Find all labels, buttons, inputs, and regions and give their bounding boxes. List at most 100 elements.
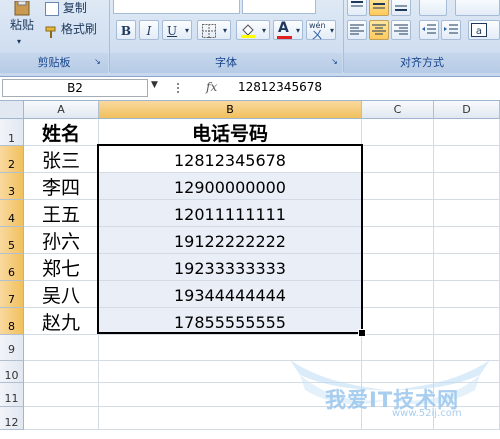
font-name-combo[interactable] [113, 0, 240, 14]
row-header-6[interactable]: 6 [0, 254, 24, 281]
cell-a5[interactable]: 孙六 [24, 227, 99, 254]
alignment-group-label: 对齐方式 [344, 53, 500, 73]
merge-center-button[interactable]: a [468, 20, 500, 40]
cell-d7[interactable] [434, 281, 500, 308]
cell-a9[interactable] [24, 335, 99, 361]
orientation-button[interactable] [419, 0, 447, 16]
chevron-down-icon: ▾ [295, 26, 300, 35]
align-left-icon [350, 24, 364, 35]
cell-a12[interactable] [24, 407, 99, 430]
cell-a2[interactable]: 张三 [24, 146, 99, 173]
column-header-d[interactable]: D [434, 101, 500, 119]
align-bottom-button[interactable] [391, 0, 411, 16]
cell-d5[interactable] [434, 227, 500, 254]
underline-button[interactable]: U ▾ [162, 20, 192, 40]
cell-c3[interactable] [362, 173, 434, 200]
align-middle-button[interactable] [369, 0, 389, 16]
row-header-5[interactable]: 5 [0, 227, 24, 254]
font-color-button[interactable]: A ▾ [273, 20, 303, 40]
borders-button[interactable]: ▾ [197, 20, 231, 40]
row-header-11[interactable]: 11 [0, 383, 24, 407]
clipboard-launcher-icon[interactable]: ↘ [93, 57, 102, 66]
cell-a4[interactable]: 王五 [24, 200, 99, 227]
name-box[interactable]: B2 [2, 79, 148, 97]
cell-d3[interactable] [434, 173, 500, 200]
formula-bar-splitter-icon[interactable] [175, 81, 185, 95]
insert-function-icon[interactable]: fx [206, 80, 217, 94]
cell-c5[interactable] [362, 227, 434, 254]
cell-c1[interactable] [362, 119, 434, 146]
row-header-1[interactable]: 1 [0, 119, 24, 146]
cell-b2[interactable]: 12812345678 [99, 146, 362, 173]
align-top-icon [351, 1, 363, 7]
cell-b4[interactable]: 12011111111 [99, 200, 362, 227]
cell-a3[interactable]: 李四 [24, 173, 99, 200]
row-header-4[interactable]: 4 [0, 200, 24, 227]
cell-a1[interactable]: 姓名 [24, 119, 99, 146]
column-header-b[interactable]: B [99, 101, 362, 119]
row-header-2[interactable]: 2 [0, 146, 24, 173]
align-left-button[interactable] [347, 20, 367, 40]
cell-a10[interactable] [24, 361, 99, 383]
cell-d6[interactable] [434, 254, 500, 281]
increase-indent-button[interactable] [441, 20, 461, 40]
cell-c7[interactable] [362, 281, 434, 308]
format-painter-icon [45, 24, 57, 38]
fill-color-button[interactable]: ▾ [236, 20, 270, 40]
row-header-7[interactable]: 7 [0, 281, 24, 308]
align-top-button[interactable] [347, 0, 367, 16]
paste-button[interactable]: 粘贴 ▾ [4, 0, 38, 50]
cell-b8[interactable]: 17855555555 [99, 308, 362, 335]
row-header-8[interactable]: 8 [0, 308, 24, 335]
phonetic-guide-icon: ㄨ [311, 28, 324, 42]
merge-cells-icon: a [471, 23, 487, 37]
align-right-button[interactable] [391, 20, 411, 40]
cell-b1[interactable]: 电话号码 [99, 119, 362, 146]
cell-c4[interactable] [362, 200, 434, 227]
cell-d4[interactable] [434, 200, 500, 227]
font-launcher-icon[interactable]: ↘ [330, 57, 339, 66]
cell-b5[interactable]: 19122222222 [99, 227, 362, 254]
chevron-down-icon: ▾ [222, 26, 227, 35]
copy-icon [45, 1, 59, 16]
row-header-12[interactable]: 12 [0, 407, 24, 430]
cell-a11[interactable] [24, 383, 99, 407]
format-painter-button[interactable]: 格式刷 [44, 18, 106, 38]
cell-d2[interactable] [434, 146, 500, 173]
wrap-text-button[interactable] [455, 0, 500, 16]
row-header-9[interactable]: 9 [0, 335, 24, 361]
column-header-a[interactable]: A [24, 101, 99, 119]
chevron-down-icon[interactable]: ▼ [151, 80, 158, 90]
select-all-corner[interactable] [0, 101, 24, 119]
cell-b3[interactable]: 12900000000 [99, 173, 362, 200]
cell-d8[interactable] [434, 308, 500, 335]
cell-b6[interactable]: 19233333333 [99, 254, 362, 281]
cell-d1[interactable] [434, 119, 500, 146]
cell-c2[interactable] [362, 146, 434, 173]
chevron-down-icon: ▾ [17, 37, 22, 46]
font-color-letter: A [278, 20, 289, 36]
cell-c6[interactable] [362, 254, 434, 281]
cell-b7[interactable]: 19344444444 [99, 281, 362, 308]
cell-c8[interactable] [362, 308, 434, 335]
cell-a7[interactable]: 吴八 [24, 281, 99, 308]
align-middle-icon [373, 3, 385, 9]
row-header-3[interactable]: 3 [0, 173, 24, 200]
phonetic-guide-button[interactable]: wén ㄨ ▾ [306, 20, 336, 42]
decrease-indent-icon [422, 24, 436, 34]
font-size-combo[interactable] [242, 0, 316, 14]
italic-button[interactable]: I [139, 20, 159, 40]
decrease-indent-button[interactable] [419, 20, 439, 40]
fill-handle[interactable] [358, 329, 366, 337]
cell-a6[interactable]: 郑七 [24, 254, 99, 281]
column-header-c[interactable]: C [362, 101, 434, 119]
cell-a8[interactable]: 赵九 [24, 308, 99, 335]
svg-text:a: a [476, 26, 482, 37]
chevron-down-icon: ▾ [184, 26, 189, 35]
border-grid-icon [202, 24, 216, 38]
copy-button[interactable]: 复制 [44, 0, 106, 17]
align-center-button[interactable] [369, 20, 389, 40]
formula-input[interactable]: 12812345678 [238, 80, 322, 94]
bold-button[interactable]: B [116, 20, 136, 40]
row-header-10[interactable]: 10 [0, 361, 24, 383]
